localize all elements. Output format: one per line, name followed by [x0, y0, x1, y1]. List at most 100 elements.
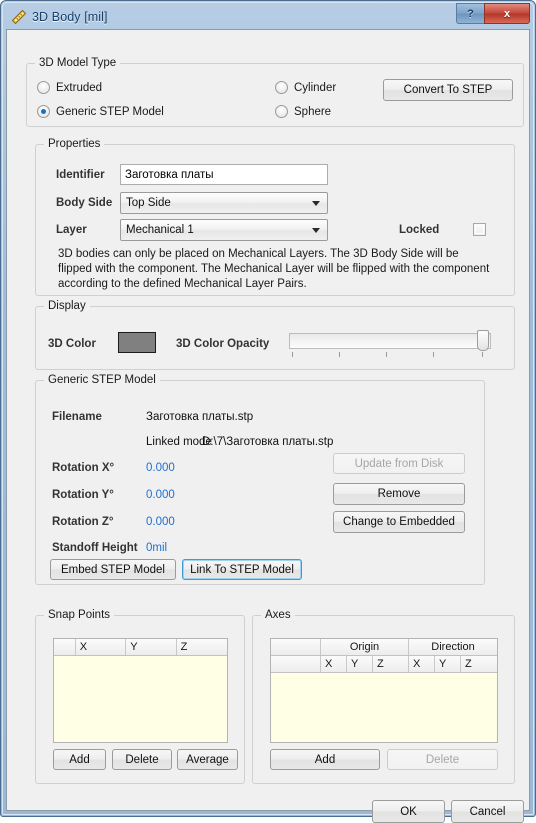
properties-legend: Properties	[44, 138, 105, 150]
close-button[interactable]: x	[484, 3, 530, 24]
link-to-step-model-button[interactable]: Link To STEP Model	[182, 559, 302, 580]
rotation-x-label: Rotation X°	[52, 462, 115, 474]
snap-col-row-header	[54, 639, 76, 655]
layer-value: Mechanical 1	[126, 224, 194, 236]
axes-col-row-header	[271, 639, 321, 655]
model-type-group: 3D Model Type Extruded Generic STEP Mode…	[26, 57, 524, 127]
snap-add-button[interactable]: Add	[53, 749, 106, 770]
model-type-legend: 3D Model Type	[35, 57, 121, 69]
step-model-legend: Generic STEP Model	[44, 374, 160, 386]
convert-to-step-button[interactable]: Convert To STEP	[383, 79, 513, 101]
standoff-height-value[interactable]: 0mil	[146, 542, 167, 554]
axes-group-header-row: Origin Direction	[271, 639, 497, 656]
snap-delete-button[interactable]: Delete	[112, 749, 172, 770]
chevron-down-icon	[312, 228, 320, 233]
axes-sub-direction-z: Z	[461, 656, 497, 672]
axes-sub-origin-x: X	[321, 656, 347, 672]
snap-average-button[interactable]: Average	[177, 749, 238, 770]
opacity-slider-thumb[interactable]	[477, 330, 489, 351]
properties-group: Properties Identifier Заготовка платы Bo…	[35, 138, 515, 296]
snap-col-y: Y	[126, 639, 177, 655]
axes-sub-origin-z: Z	[373, 656, 409, 672]
identifier-input[interactable]: Заготовка платы	[120, 164, 328, 185]
filename-label: Filename	[52, 411, 102, 423]
axes-rows	[271, 673, 497, 742]
axes-sub-row-header	[271, 656, 321, 672]
layer-label: Layer	[56, 224, 87, 236]
step-model-group: Generic STEP Model Filename Заготовка пл…	[35, 374, 485, 585]
radio-generic-step-model[interactable]: Generic STEP Model	[37, 105, 164, 118]
radio-label: Generic STEP Model	[56, 105, 164, 118]
display-legend: Display	[44, 300, 90, 312]
body-side-combo[interactable]: Top Side	[120, 192, 328, 214]
radio-label: Sphere	[294, 105, 332, 118]
dialog-window: 3D Body [mil] ? x 3D Model Type Extruded…	[0, 0, 536, 823]
title-bar: 3D Body [mil] ? x	[6, 3, 530, 29]
slider-tick	[433, 352, 434, 357]
display-group: Display 3D Color 3D Color Opacity	[35, 300, 515, 370]
filename-value: Заготовка платы.stp	[146, 411, 254, 423]
snap-col-z: Z	[176, 639, 227, 655]
identifier-label: Identifier	[56, 169, 105, 181]
locked-checkbox[interactable]	[473, 223, 486, 236]
color-swatch[interactable]	[118, 332, 156, 353]
slider-tick	[482, 352, 483, 357]
slider-tick	[386, 352, 387, 357]
snap-points-legend: Snap Points	[44, 609, 115, 621]
chevron-down-icon	[312, 201, 320, 206]
rotation-x-value[interactable]: 0.000	[146, 462, 175, 474]
snap-col-x: X	[75, 639, 127, 655]
rotation-y-value[interactable]: 0.000	[146, 489, 175, 501]
axes-group-direction: Direction	[409, 639, 497, 655]
axes-grid[interactable]: Origin Direction X Y Z X Y Z	[270, 638, 498, 743]
embed-step-model-button[interactable]: Embed STEP Model	[50, 559, 176, 580]
color-label: 3D Color	[48, 338, 96, 350]
window-controls: ? x	[456, 3, 530, 24]
axes-group: Axes Origin Direction X Y Z X Y Z Add De…	[252, 609, 515, 784]
axes-sub-direction-y: Y	[435, 656, 461, 672]
window-title: 3D Body [mil]	[32, 10, 108, 24]
opacity-label: 3D Color Opacity	[176, 338, 270, 350]
axes-delete-button[interactable]: Delete	[387, 749, 498, 770]
locked-label: Locked	[399, 224, 440, 236]
radio-dot-icon	[275, 105, 288, 118]
change-to-embedded-button[interactable]: Change to Embedded	[333, 511, 465, 533]
radio-label: Cylinder	[294, 81, 337, 94]
standoff-height-label: Standoff Height	[52, 542, 138, 554]
radio-extruded[interactable]: Extruded	[37, 81, 102, 94]
dialog-client-area: 3D Model Type Extruded Generic STEP Mode…	[6, 29, 530, 823]
help-button[interactable]: ?	[456, 3, 484, 24]
cancel-button[interactable]: Cancel	[451, 800, 524, 823]
linked-path-value: D:\7\Заготовка платы.stp	[202, 436, 334, 448]
slider-tick	[292, 352, 293, 357]
axes-add-button[interactable]: Add	[270, 749, 380, 770]
mechanical-layer-note: 3D bodies can only be placed on Mechanic…	[58, 248, 490, 290]
body-side-label: Body Side	[56, 197, 113, 209]
rotation-z-value[interactable]: 0.000	[146, 516, 175, 528]
radio-dot-icon	[275, 81, 288, 94]
axes-sub-origin-y: Y	[347, 656, 373, 672]
slider-tick	[339, 352, 340, 357]
ok-button[interactable]: OK	[372, 800, 445, 823]
layer-combo[interactable]: Mechanical 1	[120, 219, 328, 241]
rotation-y-label: Rotation Y°	[52, 489, 114, 501]
radio-sphere[interactable]: Sphere	[275, 105, 331, 118]
opacity-slider-track[interactable]	[289, 333, 491, 349]
snap-points-rows	[54, 656, 227, 742]
body-side-value: Top Side	[126, 197, 171, 209]
radio-dot-icon	[37, 105, 50, 118]
axes-sub-header-row: X Y Z X Y Z	[271, 656, 497, 673]
rotation-z-label: Rotation Z°	[52, 516, 114, 528]
snap-points-group: Snap Points X Y Z Add Delete Average	[35, 609, 245, 784]
radio-dot-icon	[37, 81, 50, 94]
axes-group-origin: Origin	[321, 639, 409, 655]
ruler-triangle-icon	[11, 9, 27, 25]
snap-points-header-row: X Y Z	[54, 639, 227, 656]
axes-sub-direction-x: X	[409, 656, 435, 672]
radio-label: Extruded	[56, 81, 103, 94]
axes-legend: Axes	[261, 609, 295, 621]
update-from-disk-button[interactable]: Update from Disk	[333, 453, 465, 474]
remove-button[interactable]: Remove	[333, 483, 465, 505]
snap-points-grid[interactable]: X Y Z	[53, 638, 228, 743]
radio-cylinder[interactable]: Cylinder	[275, 81, 336, 94]
